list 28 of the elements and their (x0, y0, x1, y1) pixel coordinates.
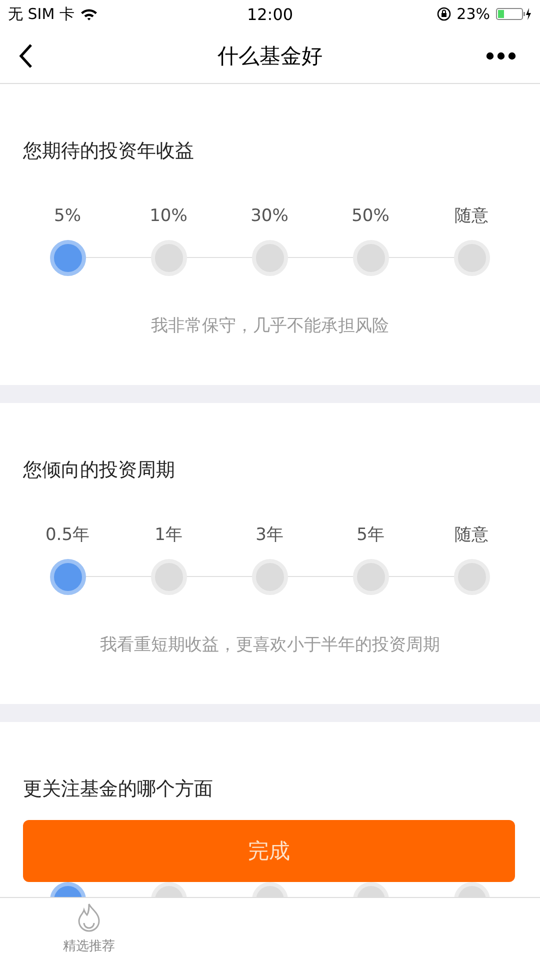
option-label: 随意 (454, 525, 488, 545)
question-title: 您期待的投资年收益 (22, 139, 195, 164)
option-radio[interactable] (50, 240, 86, 276)
carrier-text: 无 SIM 卡 (8, 4, 74, 24)
tab-item[interactable]: 精选推荐 (0, 898, 178, 960)
option-description: 我非常保守，几乎不能承担风险 (150, 316, 390, 336)
rotation-lock-icon (436, 7, 451, 21)
option-label: 10% (150, 206, 188, 226)
option-radio[interactable] (50, 559, 86, 595)
page-title: 什么基金好 (218, 42, 322, 70)
battery-text: 23% (456, 5, 490, 23)
question-title: 更关注基金的哪个方面 (22, 777, 214, 802)
battery-icon (496, 7, 532, 21)
done-button[interactable]: 完成 (23, 820, 515, 882)
option-label: 5% (54, 206, 81, 226)
time-text: 12:00 (246, 4, 294, 24)
option-label: 50% (352, 206, 390, 226)
option-label: 0.5年 (45, 525, 90, 545)
option-label: 3年 (256, 525, 284, 545)
option-label: 1年 (154, 525, 182, 545)
wifi-icon (80, 8, 98, 20)
option-label: 5年 (356, 525, 384, 545)
option-description: 我看重短期收益，更喜欢小于半年的投资周期 (99, 635, 441, 655)
back-icon[interactable] (18, 43, 34, 69)
option-label: 30% (250, 206, 288, 226)
question-title: 您倾向的投资周期 (22, 458, 176, 483)
more-icon[interactable] (486, 52, 516, 60)
option-label: 随意 (454, 206, 488, 226)
